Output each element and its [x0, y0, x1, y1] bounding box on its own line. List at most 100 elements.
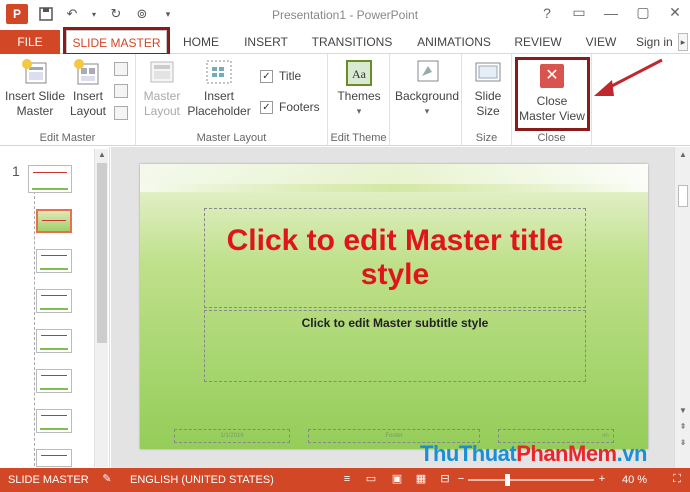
group-background: Background ▾ — [390, 54, 462, 146]
watermark-part3: .vn — [616, 441, 648, 466]
scroll-up-icon[interactable]: ▲ — [95, 149, 109, 161]
themes-label: Themes — [337, 89, 381, 103]
tab-animations[interactable]: ANIMATIONS — [408, 30, 500, 54]
close-master-view-label: Close Master View — [519, 94, 585, 123]
thumbnail-layout[interactable] — [36, 249, 72, 273]
master-layout-icon — [147, 58, 177, 86]
slide-size-button[interactable]: Slide Size — [466, 58, 510, 119]
main-scroll-up-icon[interactable]: ▲ — [675, 149, 690, 161]
themes-button[interactable]: Aa Themes ▾ — [334, 58, 384, 119]
thumbnail-master[interactable] — [28, 165, 72, 193]
tab-review[interactable]: REVIEW — [510, 30, 566, 54]
subtitle-placeholder[interactable]: Click to edit Master subtitle style — [204, 310, 586, 382]
footers-checkbox-row[interactable]: ✓ Footers — [260, 100, 320, 114]
zoom-level[interactable]: 40 % — [622, 474, 647, 486]
tab-view[interactable]: VIEW — [576, 30, 626, 54]
main-scroll-down-icon[interactable]: ▼ — [675, 405, 690, 417]
thumbnail-layout-title[interactable] — [36, 209, 72, 233]
normal-view-icon[interactable]: ▣ — [390, 473, 404, 486]
thumbnail-connector — [34, 191, 35, 471]
date-placeholder[interactable]: 1/1/2016 — [174, 429, 290, 443]
tab-scroll-right-icon[interactable]: ▸ — [678, 33, 688, 51]
help-button[interactable]: ? — [538, 5, 556, 21]
thumbnail-pane: 1 ▲ — [0, 147, 110, 471]
close-window-button[interactable]: ✕ — [666, 4, 684, 21]
background-dropdown-icon: ▾ — [424, 106, 430, 116]
master-layout-label: Master Layout — [143, 89, 181, 118]
title-bar: P ↶ ▾ ↻ ⊚ ▾ Presentation1 - PowerPoint ?… — [0, 0, 690, 30]
rename-icon[interactable] — [114, 84, 128, 98]
tab-slide-master[interactable]: SLIDE MASTER — [66, 30, 167, 55]
thumbnail-number: 1 — [12, 163, 20, 179]
restore-button[interactable]: ▢ — [634, 4, 652, 21]
zoom-slider-knob[interactable] — [505, 474, 510, 486]
tab-transitions[interactable]: TRANSITIONS — [304, 30, 400, 54]
group-master-layout: Master Layout Insert Placeholder ✓ Title… — [136, 54, 328, 146]
preserve-icon[interactable] — [114, 106, 128, 120]
status-bar: SLIDE MASTER ✎ ENGLISH (UNITED STATES) ≡… — [0, 468, 690, 492]
proofing-icon[interactable]: ✎ — [100, 473, 114, 486]
watermark-logo: ThuThuatPhanMem.vn — [420, 441, 647, 467]
main-scrollbar-thumb[interactable] — [678, 185, 688, 207]
fit-slide-icon[interactable]: ⛶ — [670, 473, 684, 486]
background-icon — [412, 58, 442, 86]
group-label-edit-theme: Edit Theme — [330, 132, 387, 144]
tab-insert[interactable]: INSERT — [238, 30, 294, 54]
minimize-button[interactable]: — — [602, 5, 620, 21]
master-layout-button[interactable]: Master Layout — [140, 58, 184, 119]
title-placeholder[interactable]: Click to edit Master title style — [204, 208, 586, 308]
insert-slide-master-label: Insert Slide Master — [4, 89, 66, 118]
insert-layout-button[interactable]: Insert Layout — [68, 58, 108, 119]
group-label-edit-master: Edit Master — [39, 132, 96, 144]
thumbnail-layout[interactable] — [36, 329, 72, 353]
main-scrollbar[interactable]: ▲ ▼ ⇞ ⇟ — [674, 147, 690, 468]
insert-slide-master-button[interactable]: Insert Slide Master — [2, 58, 68, 119]
thumbnail-layout[interactable] — [36, 449, 72, 467]
previous-slide-icon[interactable]: ⇞ — [675, 421, 690, 433]
background-button[interactable]: Background ▾ — [394, 58, 460, 119]
thumbnail-layout[interactable] — [36, 289, 72, 313]
title-checkbox-row[interactable]: ✓ Title — [260, 69, 301, 83]
footers-checkbox[interactable]: ✓ — [260, 100, 273, 114]
slide-size-icon — [473, 58, 503, 86]
insert-placeholder-icon — [204, 58, 234, 86]
title-checkbox[interactable]: ✓ — [260, 69, 273, 83]
powerpoint-window: P ↶ ▾ ↻ ⊚ ▾ Presentation1 - PowerPoint ?… — [0, 0, 690, 492]
zoom-slider-track[interactable] — [468, 479, 594, 481]
tab-file[interactable]: FILE — [0, 30, 60, 54]
slide-canvas[interactable]: Click to edit Master title style Click t… — [140, 164, 648, 449]
zoom-out-icon[interactable]: − — [454, 473, 468, 486]
insert-layout-icon — [73, 58, 103, 86]
ribbon-display-button[interactable]: ▭ — [570, 4, 588, 21]
slide-swoosh — [140, 184, 648, 192]
title-checkbox-label: Title — [279, 69, 302, 83]
group-label-size: Size — [475, 132, 498, 144]
thumbnail-scrollbar[interactable]: ▲ — [94, 149, 108, 467]
status-view-mode: SLIDE MASTER — [8, 474, 89, 486]
group-size: Slide Size Size — [462, 54, 512, 146]
slide-size-label: Slide Size — [474, 89, 502, 118]
sign-in-link[interactable]: Sign in — [636, 30, 676, 54]
watermark-part2: PhanMem — [516, 441, 617, 466]
reading-view-icon[interactable]: ▦ — [414, 473, 428, 486]
tab-home[interactable]: HOME — [176, 30, 226, 54]
window-controls: ? ▭ — ▢ ✕ — [538, 4, 684, 21]
group-label-master-layout: Master Layout — [196, 132, 267, 144]
delete-icon[interactable] — [114, 62, 128, 76]
insert-placeholder-button[interactable]: Insert Placeholder — [184, 58, 254, 119]
next-slide-icon[interactable]: ⇟ — [675, 437, 690, 449]
thumbnail-layout[interactable] — [36, 369, 72, 393]
group-label-close: Close — [537, 132, 566, 144]
comments-icon[interactable]: ▭ — [364, 473, 378, 486]
slideshow-icon[interactable]: ⊟ — [438, 473, 452, 486]
zoom-in-icon[interactable]: + — [595, 473, 609, 486]
notes-icon[interactable]: ≡ — [340, 473, 354, 486]
status-language[interactable]: ENGLISH (UNITED STATES) — [130, 474, 274, 486]
footers-checkbox-label: Footers — [279, 100, 320, 114]
thumbnail-scrollbar-thumb[interactable] — [97, 163, 107, 343]
group-close: ✕ Close Master View Close — [512, 54, 592, 146]
ribbon: Insert Slide Master Insert Layout Edit M… — [0, 54, 690, 146]
close-master-view-button[interactable]: ✕ Close Master View — [518, 60, 586, 124]
thumbnail-layout[interactable] — [36, 409, 72, 433]
themes-icon: Aa — [344, 58, 374, 86]
